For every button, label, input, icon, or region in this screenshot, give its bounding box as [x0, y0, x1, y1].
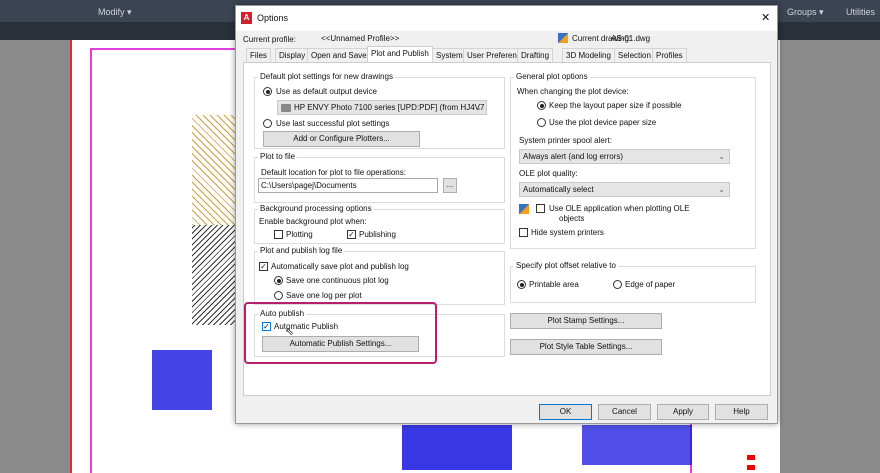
output-device-select[interactable]: HP ENVY Photo 7100 series [UPD:PDF] (fro…: [277, 100, 487, 115]
group-title: Specify plot offset relative to: [514, 261, 618, 270]
use-ole-label: Use OLE application when plotting OLE: [549, 204, 690, 213]
spool-label: System printer spool alert:: [519, 136, 612, 145]
drawing-value: AS-01.dwg: [611, 34, 651, 43]
tab-drafting[interactable]: Drafting: [517, 48, 554, 62]
ok-button[interactable]: OK: [539, 404, 592, 420]
red-mark: [747, 465, 755, 470]
red-mark: [747, 455, 755, 460]
dialog-title: Options: [257, 13, 289, 23]
ole-quality-select[interactable]: Automatically select ⌄: [519, 182, 730, 197]
apply-button[interactable]: Apply: [657, 404, 709, 420]
hatch-area: [192, 115, 237, 225]
plot-to-file-group: Plot to file Default location for plot t…: [254, 152, 505, 203]
use-last-radio[interactable]: [263, 119, 272, 128]
cancel-button[interactable]: Cancel: [598, 404, 651, 420]
profile-label: Current profile:: [243, 35, 296, 44]
when-changing-label: When changing the plot device:: [517, 87, 629, 96]
profile-value: <<Unnamed Profile>>: [321, 34, 400, 43]
spool-alert-select[interactable]: Always alert (and log errors) ⌄: [519, 149, 730, 164]
background-processing-group: Background processing options Enable bac…: [254, 204, 505, 244]
tab-system[interactable]: System: [432, 48, 467, 62]
log-per-plot-radio[interactable]: [274, 291, 283, 300]
keep-layout-radio[interactable]: [537, 101, 546, 110]
printer-icon: [281, 104, 291, 112]
hide-printers-checkbox[interactable]: [519, 228, 528, 237]
sheet-border: [90, 48, 240, 50]
tab-open-and-save[interactable]: Open and Save: [307, 48, 371, 62]
plot-and-publish-panel: Default plot settings for new drawings U…: [243, 62, 771, 396]
group-title: Plot to file: [258, 152, 298, 161]
tab-selection[interactable]: Selection: [614, 48, 655, 62]
general-plot-options-group: General plot options When changing the p…: [510, 72, 756, 249]
plotting-checkbox[interactable]: [274, 230, 283, 239]
browse-button[interactable]: ...: [443, 178, 457, 193]
publishing-label: Publishing: [359, 230, 396, 239]
text-block: [582, 425, 692, 465]
tab-plot-and-publish[interactable]: Plot and Publish: [367, 46, 433, 62]
use-ole-checkbox[interactable]: [536, 204, 545, 213]
tab-profiles[interactable]: Profiles: [652, 48, 687, 62]
sheet-border: [90, 48, 92, 473]
keep-layout-label: Keep the layout paper size if possible: [549, 101, 682, 110]
group-title: Default plot settings for new drawings: [258, 72, 395, 81]
ole-quality-label: OLE plot quality:: [519, 169, 578, 178]
group-title: Background processing options: [258, 204, 374, 213]
device-value: HP ENVY Photo 7100 series [UPD:PDF] (fro…: [294, 103, 485, 112]
add-configure-plotters-button[interactable]: Add or Configure Plotters...: [263, 131, 420, 147]
autocad-logo-icon: A: [241, 12, 252, 24]
use-default-label: Use as default output device: [276, 87, 377, 96]
plotting-label: Plotting: [286, 230, 313, 239]
use-ole-label-cont: objects: [559, 214, 585, 223]
plot-offset-group: Specify plot offset relative to Printabl…: [510, 261, 756, 303]
publishing-checkbox[interactable]: ✓: [347, 230, 356, 239]
help-button[interactable]: Help: [715, 404, 768, 420]
printable-area-label: Printable area: [529, 280, 579, 289]
use-device-label: Use the plot device paper size: [549, 118, 657, 127]
group-title: General plot options: [514, 72, 590, 81]
plot-style-table-settings-button[interactable]: Plot Style Table Settings...: [510, 339, 662, 355]
use-last-label: Use last successful plot settings: [276, 119, 390, 128]
tab-3d-modeling[interactable]: 3D Modeling: [562, 48, 615, 62]
use-default-radio[interactable]: [263, 87, 272, 96]
plot-stamp-settings-button[interactable]: Plot Stamp Settings...: [510, 313, 662, 329]
title-bar: A Options ✕: [236, 6, 777, 31]
text-block: [402, 425, 512, 470]
chevron-down-icon: ⌄: [718, 185, 725, 194]
continuous-log-radio[interactable]: [274, 276, 283, 285]
mouse-cursor-icon: ⇖: [285, 326, 295, 338]
printable-area-radio[interactable]: [517, 280, 526, 289]
edge-of-paper-label: Edge of paper: [625, 280, 676, 289]
edge-of-paper-radio[interactable]: [613, 280, 622, 289]
modify-panel[interactable]: Modify ▾: [98, 7, 132, 18]
auto-save-log-label: Automatically save plot and publish log: [271, 262, 409, 271]
ole-value: Automatically select: [523, 185, 594, 194]
close-icon[interactable]: ✕: [761, 11, 770, 24]
use-device-radio[interactable]: [537, 118, 546, 127]
location-label: Default location for plot to file operat…: [261, 168, 406, 177]
plot-location-input[interactable]: C:\Users\pagej\Documents: [258, 178, 438, 193]
log-file-group: Plot and publish log file ✓ Automaticall…: [254, 246, 505, 305]
group-title: Plot and publish log file: [258, 246, 345, 255]
tab-display[interactable]: Display: [275, 48, 310, 62]
auto-save-log-checkbox[interactable]: ✓: [259, 262, 268, 271]
text-block: [152, 350, 212, 410]
enable-label: Enable background plot when:: [259, 217, 367, 226]
spool-value: Always alert (and log errors): [523, 152, 624, 161]
groups-panel[interactable]: Groups ▾: [787, 7, 824, 18]
highlight-annotation: [244, 302, 437, 364]
hide-printers-label: Hide system printers: [531, 228, 604, 237]
ole-icon: [519, 204, 529, 214]
chevron-down-icon: ⌄: [718, 152, 725, 161]
tab-files[interactable]: Files: [246, 48, 271, 62]
drawing-icon: [558, 33, 568, 43]
log-per-plot-label: Save one log per plot: [286, 291, 362, 300]
hatch-area: [192, 225, 237, 325]
utilities-panel[interactable]: Utilities: [846, 7, 875, 17]
chevron-down-icon: ⌄: [475, 103, 482, 112]
default-plot-group: Default plot settings for new drawings U…: [254, 72, 505, 149]
continuous-log-label: Save one continuous plot log: [286, 276, 389, 285]
options-dialog: A Options ✕ Current profile: <<Unnamed P…: [235, 5, 778, 424]
